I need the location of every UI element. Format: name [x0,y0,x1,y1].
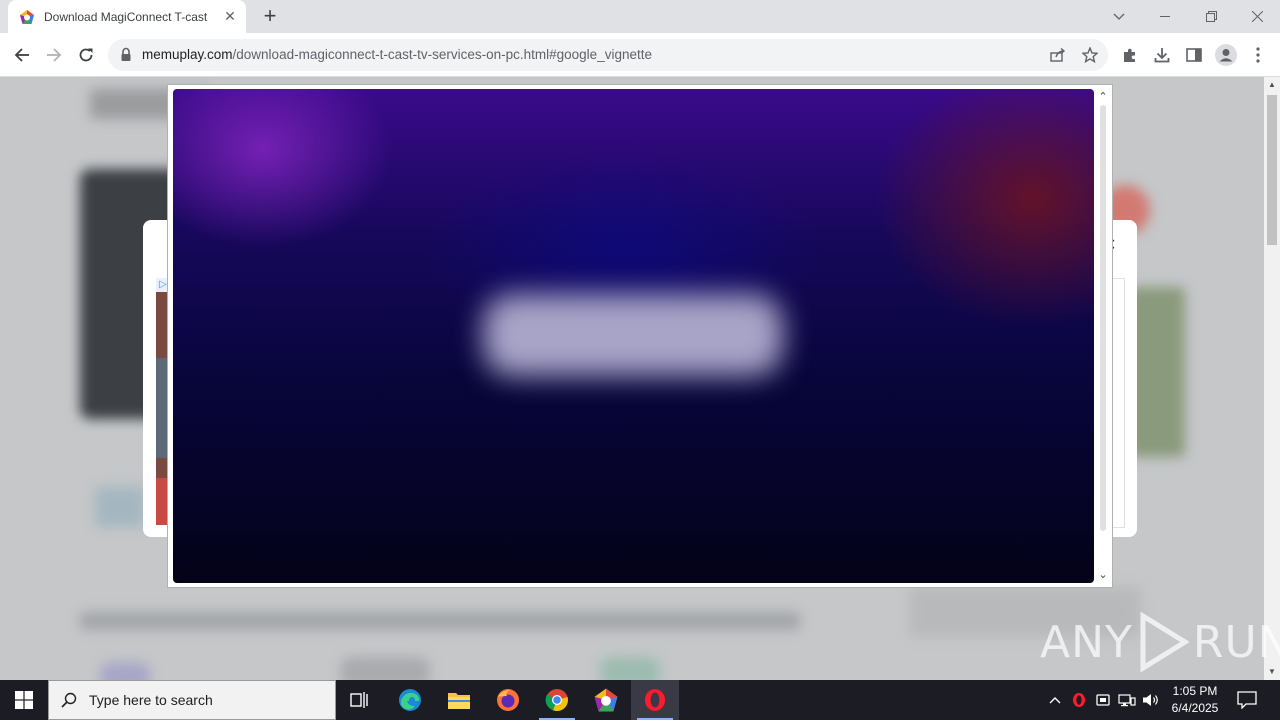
url-host: memuplay.com [142,47,233,62]
bookmark-star-icon[interactable] [1078,43,1102,67]
network-icon[interactable] [1117,690,1137,710]
url-text[interactable]: memuplay.com/download-magiconnect-t-cast… [142,39,652,71]
opera-tray-icon[interactable] [1069,690,1089,710]
ad-scroll-down-chevron-icon[interactable]: ⌄ [1098,569,1108,581]
file-explorer-icon[interactable] [435,680,483,720]
tab-close-icon[interactable]: ✕ [222,8,238,24]
watermark-play-icon [1140,612,1189,672]
restore-icon[interactable] [1188,0,1234,33]
ad-creative[interactable] [173,89,1094,583]
new-tab-button[interactable]: + [258,5,282,29]
forward-arrow-icon[interactable] [40,41,68,69]
browser-toolbar: memuplay.com/download-magiconnect-t-cast… [0,33,1280,77]
ad-scroll-track[interactable] [1100,105,1106,531]
blurred-chip [95,487,145,527]
firefox-icon[interactable] [484,680,532,720]
clock-date: 6/4/2025 [1171,701,1219,715]
system-clock[interactable]: 1:05 PM 6/4/2025 [1162,683,1228,717]
minimize-icon[interactable] [1142,0,1188,33]
download-icon[interactable] [1148,41,1176,69]
dialog-side-panel [1111,278,1125,528]
scroll-thumb[interactable] [1267,95,1277,245]
blurred-icon-3 [600,657,660,680]
chrome-icon[interactable] [533,680,581,720]
close-icon[interactable] [1234,0,1280,33]
url-path: /download-magiconnect-t-cast-tv-services… [232,47,652,62]
page-scrollbar[interactable]: ▲ ▼ [1264,77,1280,680]
profile-avatar-icon[interactable] [1212,41,1240,69]
show-hidden-icons-chevron-icon[interactable] [1045,690,1065,710]
blurred-icon-1 [100,662,150,680]
share-icon[interactable] [1046,43,1070,67]
browser-tab[interactable]: Download MagiConnect T-cast T ✕ [8,0,246,33]
chrome-menu-icon[interactable] [1244,41,1272,69]
device-tray-icon[interactable] [1093,690,1113,710]
task-view-icon[interactable] [336,680,384,720]
memuplay-favicon-icon [18,8,36,26]
ad-scroll-up-chevron-icon[interactable]: ⌃ [1098,91,1108,103]
windows-taskbar: Type here to search 1:05 PM 6/4/2025 [0,680,1280,720]
edge-icon[interactable] [386,680,434,720]
scroll-up-arrow-icon[interactable]: ▲ [1264,77,1280,93]
clock-time: 1:05 PM [1172,684,1218,698]
watermark-left-text: ANY [1040,616,1133,668]
taskbar-search-box[interactable]: Type here to search [48,680,336,720]
search-placeholder: Type here to search [89,692,213,708]
opera-icon[interactable] [631,680,679,720]
windows-start-icon[interactable] [0,680,48,720]
anyrun-watermark: ANY RUN [1040,612,1280,672]
tab-strip: Download MagiConnect T-cast T ✕ + [0,0,1280,33]
tab-title: Download MagiConnect T-cast T [44,9,209,24]
memuplay-icon[interactable] [582,680,630,720]
address-bar[interactable]: memuplay.com/download-magiconnect-t-cast… [108,39,1108,71]
reload-icon[interactable] [72,41,100,69]
volume-icon[interactable] [1141,690,1161,710]
watermark-right-text: RUN [1192,616,1280,668]
search-icon [61,692,77,708]
ad-scrollbar[interactable]: ⌃ ⌄ [1098,91,1108,581]
google-vignette-ad[interactable]: ⌃ ⌄ [167,84,1113,588]
lock-icon[interactable] [120,47,134,63]
tab-search-chevron-down-icon[interactable] [1096,0,1142,33]
ad-glow-red [873,89,1094,329]
blurred-icon-2 [340,657,430,680]
blurred-text-line [80,612,800,630]
ad-cta-button-blurred[interactable] [483,294,783,376]
extensions-puzzle-icon[interactable] [1116,41,1144,69]
side-panel-icon[interactable] [1180,41,1208,69]
notification-center-icon[interactable] [1234,688,1260,712]
ad-glow-purple [173,89,393,249]
back-arrow-icon[interactable] [8,41,36,69]
